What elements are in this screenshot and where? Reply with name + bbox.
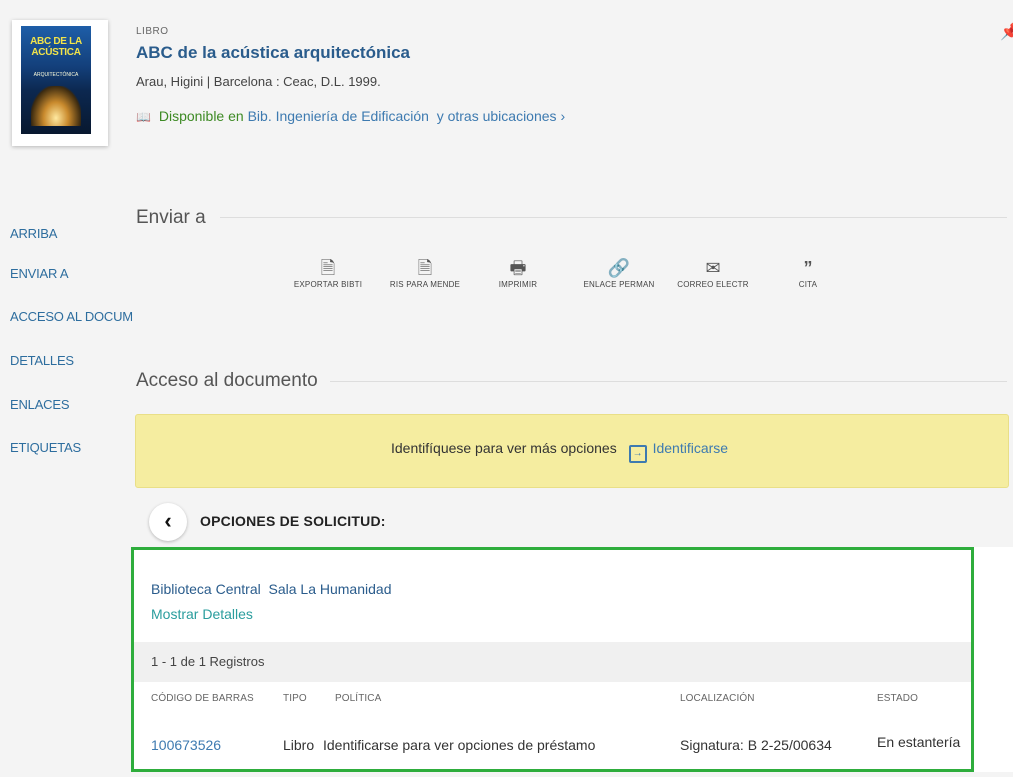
access-heading: Acceso al documento (136, 370, 318, 391)
email-label: CORREO ELECTR (677, 280, 749, 289)
library-location: Biblioteca Central Sala La Humanidad (151, 581, 392, 597)
send-to-heading: Enviar a (136, 207, 206, 228)
ris-mendeley-label: RIS PARA MENDE (389, 280, 461, 289)
cover-art: ABC DE LA ACÚSTICA ARQUITECTÓNICA (21, 26, 91, 134)
permalink-label: ENLACE PERMAN (583, 280, 655, 289)
send-to-divider (220, 217, 1007, 218)
sidebar-item-arriba[interactable]: ARRIBA (10, 226, 57, 241)
print-button[interactable]: 🖶 IMPRIMIR (473, 256, 563, 289)
export-bibtex-label: EXPORTAR BIBTI (293, 280, 363, 289)
envelope-icon: ✉ (705, 258, 721, 278)
records-count: 1 - 1 de 1 Registros (151, 654, 265, 669)
column-header-location: LOCALIZACIÓN (680, 693, 755, 704)
availability-prefix: Disponible en (158, 108, 244, 124)
print-label: IMPRIMIR (498, 280, 538, 289)
cite-button[interactable]: ” CITA (763, 256, 853, 289)
request-options-label: OPCIONES DE SOLICITUD: (200, 513, 386, 529)
ris-mendeley-button[interactable]: 🗎 RIS PARA MENDE (380, 256, 470, 289)
cover-subtitle-text: ARQUITECTÓNICA (33, 72, 79, 78)
show-details-link[interactable]: Mostrar Detalles (151, 606, 253, 622)
holdings-panel: Biblioteca Central Sala La Humanidad Mos… (131, 547, 974, 772)
cite-label: CITA (798, 280, 818, 289)
availability-line[interactable]: 📖 Disponible en Bib. Ingeniería de Edifi… (136, 108, 565, 124)
cell-policy: Identificarse para ver opciones de prést… (323, 737, 596, 753)
sidebar-item-acceso-al-documento[interactable]: ACCESO AL DOCUM (10, 309, 133, 324)
file-export-icon: 🗎 (417, 258, 433, 278)
printer-icon: 🖶 (509, 258, 527, 278)
chevron-right-icon: › (560, 108, 566, 124)
export-bibtex-button[interactable]: 🗎 EXPORTAR BIBTI (283, 256, 373, 289)
panel-extension (974, 547, 1013, 772)
sidebar-item-enlaces[interactable]: ENLACES (10, 397, 69, 412)
file-export-icon: 🗎 (320, 258, 336, 278)
sidebar-item-detalles[interactable]: DETALLES (10, 353, 74, 368)
availability-more[interactable]: y otras ubicaciones (437, 108, 557, 124)
column-header-policy: POLÍTICA (335, 693, 382, 704)
login-notice-text: Identifíquese para ver más opciones (391, 440, 617, 456)
cover-title-text: ABC DE LA ACÚSTICA (30, 36, 82, 58)
cell-status: En estantería (877, 734, 961, 750)
book-cover[interactable]: ABC DE LA ACÚSTICA ARQUITECTÓNICA (12, 20, 108, 146)
column-header-type: TIPO (283, 693, 307, 704)
records-bar: 1 - 1 de 1 Registros (134, 642, 971, 682)
sidebar-item-enviar-a[interactable]: ENVIAR A (10, 266, 69, 281)
record-author-line: Arau, Higini | Barcelona : Ceac, D.L. 19… (136, 74, 381, 89)
availability-location[interactable]: Bib. Ingeniería de Edificación (248, 108, 429, 124)
sidebar-item-etiquetas[interactable]: ETIQUETAS (10, 440, 81, 455)
link-icon: 🔗 (607, 258, 631, 278)
book-icon: 📖 (136, 110, 151, 124)
cell-barcode[interactable]: 100673526 (151, 737, 221, 753)
access-divider (330, 381, 1007, 382)
permalink-button[interactable]: 🔗 ENLACE PERMAN (574, 256, 664, 289)
sign-in-icon[interactable]: → (628, 445, 647, 463)
record-title[interactable]: ABC de la acústica arquitectónica (136, 43, 410, 63)
location-header: Biblioteca Central Sala La Humanidad Mos… (134, 550, 971, 642)
login-notice-content: Identifíquese para ver más opciones → Ide… (391, 440, 728, 463)
column-header-status: ESTADO (877, 693, 918, 704)
login-link[interactable]: Identificarse (653, 440, 728, 456)
quote-icon: ” (803, 258, 813, 278)
column-header-barcode: CÓDIGO DE BARRAS (151, 693, 254, 704)
pin-icon[interactable]: 📌 (1000, 22, 1013, 42)
cover-illustration (31, 86, 81, 126)
cell-type: Libro (283, 737, 315, 753)
chevron-left-icon: ‹ (164, 508, 172, 533)
cell-location: Signatura: B 2-25/00634 (680, 737, 832, 753)
email-button[interactable]: ✉ CORREO ELECTR (668, 256, 758, 289)
record-type-label: LIBRO (136, 26, 169, 37)
login-notice-banner: Identifíquese para ver más opciones → Ide… (135, 414, 1009, 488)
back-button[interactable]: ‹ (149, 503, 187, 541)
